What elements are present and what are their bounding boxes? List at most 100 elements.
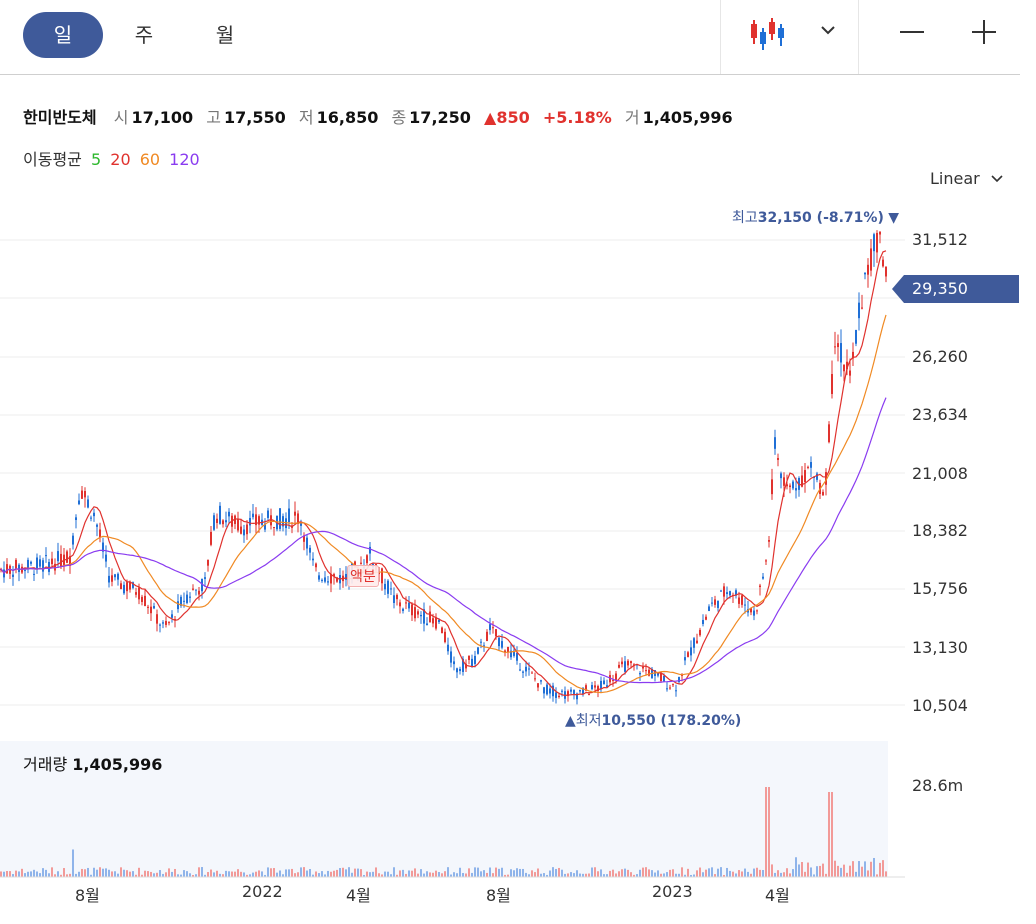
candle-body [183,600,185,602]
volume-bar [78,871,80,877]
candle-body [579,689,581,692]
volume-bar [762,870,764,877]
volume-bar [6,871,8,877]
candle-body [198,590,200,595]
price-chart[interactable] [0,0,1036,924]
split-badge[interactable]: 액분 [347,565,379,587]
volume-bar [81,868,83,877]
volume-bar [789,873,791,877]
volume-bar [543,873,545,877]
candle-body [360,562,362,564]
candle-body [861,307,863,309]
volume-bar [438,872,440,877]
volume-bar [744,868,746,877]
candle-body [642,666,644,669]
candle-body [477,647,479,654]
candle-body [288,508,290,523]
candle-body [885,266,887,277]
candle-body [267,510,269,518]
volume-bar [273,868,275,877]
candle-body [561,690,563,692]
candle-body [486,631,488,642]
candle-body [600,680,602,689]
volume-bar [867,870,869,877]
candle-body [789,485,791,488]
volume-panel-label: 거래량 [23,755,68,774]
candle-body [495,629,497,637]
candle-body [858,302,860,319]
candle-body [546,684,548,695]
high-marker-label: 최고 [732,210,758,226]
volume-bar [654,872,656,877]
volume-bar [567,873,569,877]
candle-body [213,515,215,530]
candle-body [216,518,218,523]
volume-bar [360,869,362,877]
candle-body [525,666,527,672]
candle-body [570,689,572,692]
volume-bar [402,869,404,877]
candle-body [711,602,713,604]
volume-bar [183,870,185,877]
candle-body [135,592,137,595]
volume-bar [465,873,467,877]
volume-bar [774,872,776,877]
candle-body [738,597,740,604]
volume-bar [252,872,254,877]
volume-bar [663,873,665,877]
candle-body [111,575,113,582]
volume-bar [36,871,38,877]
candle-body [879,231,881,235]
volume-bar [534,872,536,877]
volume-bar [132,871,134,877]
candle-body [501,641,503,648]
candle-body [117,573,119,580]
volume-bar [258,870,260,877]
candle-body [744,604,746,606]
volume-bar [57,871,59,877]
volume-bar [882,860,884,877]
candle-body [468,655,470,660]
candle-body [444,631,446,643]
volume-bar [858,861,860,877]
volume-bar [189,873,191,877]
volume-bar [366,871,368,877]
volume-bar [807,862,809,877]
volume-bar [315,871,317,877]
volume-bar [447,867,449,877]
volume-bar [0,871,2,877]
candle-body [765,560,767,562]
volume-bar [561,869,563,877]
volume-bar [105,868,107,877]
volume-bar [369,872,371,877]
volume-bar [525,872,527,877]
candle-body [414,607,416,619]
price-axis-label: 13,130 [912,638,968,657]
volume-bar [759,869,761,877]
candle-body [762,576,764,579]
volume-bar [822,863,824,877]
volume-bar [861,866,863,877]
candle-body [66,551,68,563]
volume-bar [645,867,647,877]
candle-body [795,488,797,491]
candle-body [126,582,128,592]
volume-bar [786,868,788,877]
volume-bar [231,871,233,877]
candle-body [729,591,731,596]
candle-body [672,684,674,686]
candle-body [693,638,695,648]
candle-body [528,668,530,670]
candle-body [804,470,806,482]
candle-body [441,627,443,634]
candle-body [516,652,518,661]
candle-body [663,675,665,682]
candle-body [186,594,188,603]
volume-bar [486,872,488,877]
candle-body [771,479,773,495]
volume-bar [3,871,5,877]
volume-bar [327,870,329,877]
candle-body [816,473,818,480]
volume-bar [93,867,95,877]
time-axis-label: 4월 [346,886,371,905]
